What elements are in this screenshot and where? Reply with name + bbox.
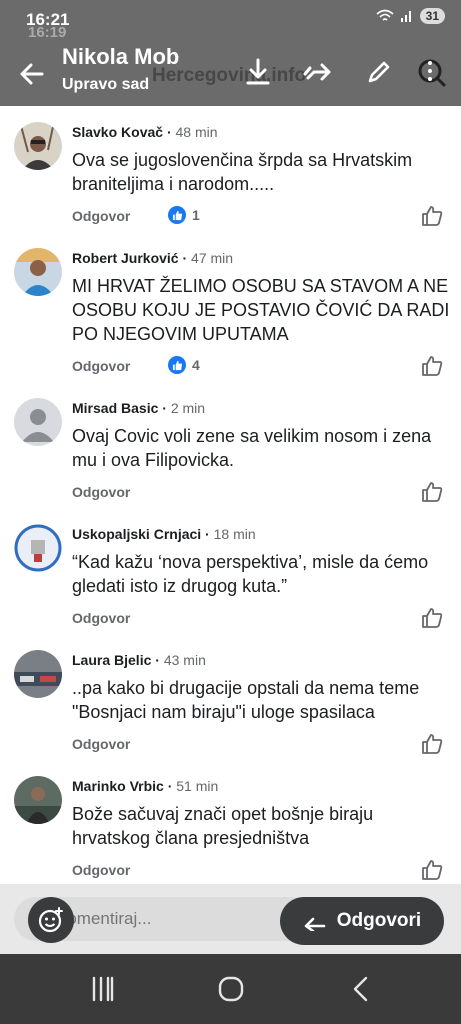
comment-item: Slavko Kovač · 48 min Ova se jugoslovenč…	[0, 118, 461, 244]
status-time: 16:21	[26, 10, 70, 29]
avatar-photo-icon	[14, 650, 62, 698]
recent-apps-icon	[92, 976, 114, 1002]
avatar-photo-icon	[14, 248, 62, 296]
reaction-count[interactable]: 1	[168, 206, 200, 224]
home-icon	[218, 976, 244, 1002]
reply-link[interactable]: Odgovor	[72, 484, 130, 500]
like-button[interactable]	[420, 732, 444, 756]
comment-author[interactable]: Uskopaljski Crnjaci · 18 min	[72, 526, 256, 542]
avatar-photo-icon	[14, 776, 62, 824]
avatar[interactable]	[14, 398, 62, 446]
edit-button[interactable]	[360, 54, 396, 90]
reply-button[interactable]: Odgovori	[280, 897, 444, 945]
comment-time: 18 min	[213, 526, 256, 542]
reply-link[interactable]: Odgovor	[72, 610, 130, 626]
like-button[interactable]	[420, 858, 444, 882]
more-options-button[interactable]	[414, 54, 450, 90]
emoji-button[interactable]	[28, 897, 74, 943]
avatar[interactable]	[14, 524, 62, 572]
reply-button-label: Odgovori	[336, 910, 422, 931]
avatar[interactable]	[14, 650, 62, 698]
back-arrow-icon	[20, 63, 44, 85]
comment-item: Mirsad Basic · 2 min Ovaj Covic voli zen…	[0, 394, 461, 520]
signal-icon	[400, 11, 411, 22]
wifi-icon	[376, 9, 394, 21]
thumbs-up-icon	[422, 356, 443, 376]
like-button[interactable]	[420, 204, 444, 228]
comment-author[interactable]: Mirsad Basic · 2 min	[72, 400, 205, 416]
avatar-photo-icon	[14, 122, 62, 170]
reply-link[interactable]: Odgovor	[72, 736, 130, 752]
comment-input[interactable]	[56, 897, 296, 941]
avatar[interactable]	[14, 122, 62, 170]
like-count: 1	[192, 207, 200, 223]
comment-text: Ova se jugoslovenčina šrpda sa Hrvatskim…	[72, 150, 413, 194]
recent-apps-button[interactable]	[86, 972, 120, 1006]
comment-item: Marinko Vrbic · 51 min Bože sačuvaj znač…	[0, 772, 461, 884]
like-badge-icon	[168, 356, 186, 374]
comment-text: MI HRVAT ŽELIMO OSOBU SA STAVOM A NE OSO…	[72, 276, 450, 344]
avatar[interactable]	[14, 248, 62, 296]
home-button[interactable]	[214, 972, 248, 1006]
share-button[interactable]	[300, 54, 336, 90]
thumbs-up-icon	[422, 734, 443, 754]
download-icon	[246, 58, 270, 85]
reaction-count[interactable]: 4	[168, 356, 200, 374]
like-button[interactable]	[420, 354, 444, 378]
back-nav-button[interactable]	[344, 972, 378, 1006]
comment-item: Laura Bjelic · 43 min ..pa kako bi druga…	[0, 646, 461, 772]
comment-text: Bože sačuvaj znači opet bošnje biraju hr…	[72, 804, 374, 848]
thumbs-up-icon	[422, 608, 443, 628]
comment-author[interactable]: Laura Bjelic · 43 min	[72, 652, 206, 668]
status-bar: 16:19 16:21 31	[0, 0, 461, 41]
avatar[interactable]	[14, 776, 62, 824]
emoji-add-icon	[38, 907, 63, 933]
reply-link[interactable]: Odgovor	[72, 208, 130, 224]
comment-item: Robert Jurković · 47 min MI HRVAT ŽELIMO…	[0, 244, 461, 394]
comment-author[interactable]: Marinko Vrbic · 51 min	[72, 778, 218, 794]
reply-link[interactable]: Odgovor	[72, 862, 130, 878]
comment-text: ..pa kako bi drugacije opstali da nema t…	[72, 678, 420, 722]
page-title: Nikola Mob	[62, 44, 180, 69]
search-more-icon	[418, 59, 446, 87]
download-button[interactable]	[240, 54, 276, 90]
default-avatar-icon	[14, 398, 62, 446]
battery-indicator: 31	[419, 8, 445, 24]
comment-time: 43 min	[163, 652, 206, 668]
crest-avatar-icon	[14, 524, 62, 572]
comment-time: 47 min	[191, 250, 234, 266]
system-nav-bar	[0, 954, 461, 1024]
reply-arrow-icon	[304, 917, 326, 931]
like-button[interactable]	[420, 606, 444, 630]
top-bar: Hercegovina.info Nikola Mob Upravo sad	[0, 40, 461, 106]
thumbs-up-icon	[422, 860, 443, 880]
comment-author[interactable]: Robert Jurković · 47 min	[72, 250, 233, 266]
comment-time: 51 min	[176, 778, 219, 794]
page-subtitle: Upravo sad	[62, 76, 150, 93]
comment-text: “Kad kažu ‘nova perspektiva’, misle da ć…	[72, 552, 429, 596]
thumbs-up-icon	[422, 206, 443, 226]
reply-link[interactable]: Odgovor	[72, 358, 130, 374]
status-icons: 31	[376, 8, 445, 24]
back-button[interactable]	[14, 56, 50, 92]
pencil-icon	[368, 61, 390, 83]
comment-item: Uskopaljski Crnjaci · 18 min “Kad kažu ‘…	[0, 520, 461, 646]
comment-time: 48 min	[175, 124, 218, 140]
comment-author[interactable]: Slavko Kovač · 48 min	[72, 124, 218, 140]
back-chevron-icon	[353, 976, 368, 1002]
like-badge-icon	[168, 206, 186, 224]
comment-time: 2 min	[170, 400, 206, 416]
comment-text: Ovaj Covic voli zene sa velikim nosom i …	[72, 426, 432, 470]
like-button[interactable]	[420, 480, 444, 504]
like-count: 4	[192, 357, 200, 373]
share-icon	[303, 63, 331, 81]
thumbs-up-icon	[422, 482, 443, 502]
